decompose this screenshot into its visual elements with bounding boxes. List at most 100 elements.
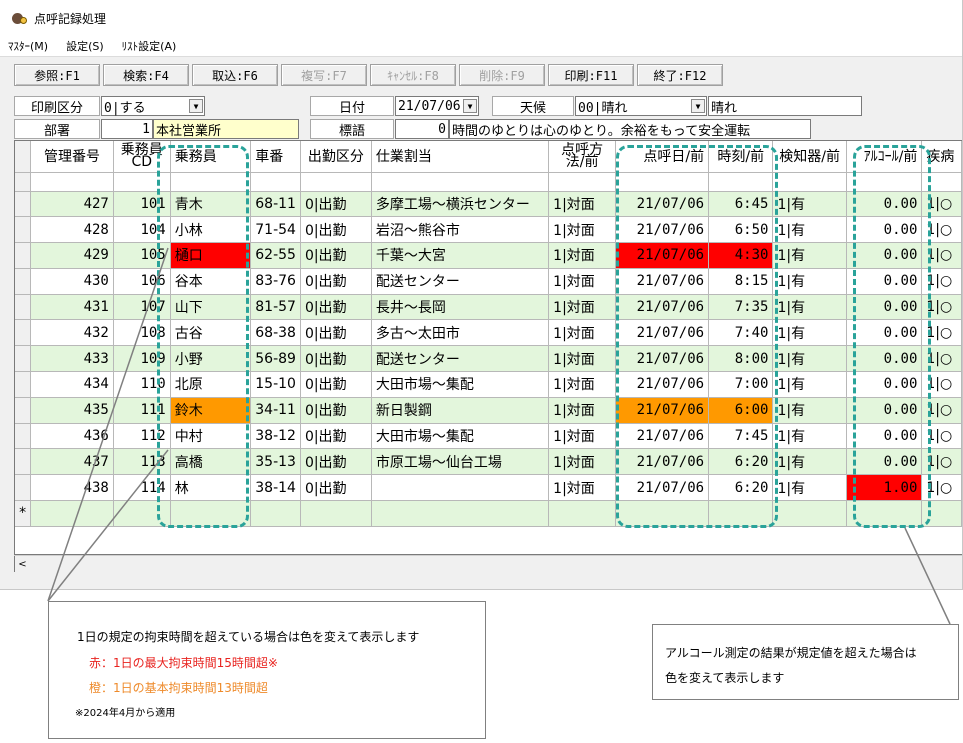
mgmt-number-cell[interactable]: 433 — [30, 345, 114, 373]
time-cell[interactable]: 6:50 — [708, 216, 774, 244]
crew-cd-cell[interactable]: 107 — [113, 294, 171, 321]
method-cell[interactable]: 1|対面 — [548, 371, 617, 398]
method-cell[interactable]: 1|対面 — [548, 294, 617, 321]
crew-cell[interactable]: 谷本 — [170, 268, 252, 295]
time-cell[interactable]: 7:40 — [708, 319, 774, 347]
job-cell[interactable]: 新日製鋼 — [371, 397, 550, 424]
crew-cd-cell[interactable]: 105 — [113, 242, 171, 269]
mgmt-number-cell[interactable]: 431 — [30, 294, 114, 321]
detector-cell[interactable]: 1|有 — [772, 474, 847, 502]
table-row[interactable]: 438 114 林 38-14 0|出勤 1|対面 21/07/06 6:20 1|有 1.00 1… — [15, 474, 962, 502]
col-crew[interactable]: 乗務員 — [170, 141, 252, 173]
table-cell[interactable] — [30, 500, 114, 527]
attendance-cell[interactable]: 0|出勤 — [300, 345, 372, 373]
job-cell[interactable]: 千葉～大宮 — [371, 242, 550, 269]
row-header[interactable] — [15, 319, 32, 347]
print-type-select[interactable]: 0|する ▼ — [101, 96, 205, 116]
date-cell[interactable]: 21/07/06 — [615, 448, 710, 476]
mgmt-number-cell[interactable]: 436 — [30, 423, 114, 450]
col-date[interactable]: 点呼日/前 — [615, 141, 710, 173]
table-cell[interactable] — [615, 500, 710, 527]
job-cell[interactable]: 岩沼～熊谷市 — [371, 216, 550, 244]
filter-cell[interactable] — [371, 172, 550, 192]
mgmt-number-cell[interactable]: 435 — [30, 397, 114, 424]
row-header[interactable] — [15, 294, 32, 321]
table-row[interactable]: 432 108 古谷 68-38 0|出勤 多古～太田市 1|対面 21/07/06 7:40 1… — [15, 319, 962, 347]
crew-cd-cell[interactable]: 101 — [113, 191, 171, 218]
attendance-cell[interactable]: 0|出勤 — [300, 371, 372, 398]
detector-cell[interactable]: 1|有 — [772, 397, 847, 424]
dept-code-field[interactable]: 1 — [101, 119, 153, 139]
filter-cell[interactable] — [113, 172, 171, 192]
attendance-cell[interactable]: 0|出勤 — [300, 423, 372, 450]
detector-cell[interactable]: 1|有 — [772, 345, 847, 373]
detector-cell[interactable]: 1|有 — [772, 319, 847, 347]
time-cell[interactable]: 7:35 — [708, 294, 774, 321]
attendance-cell[interactable]: 0|出勤 — [300, 448, 372, 476]
illness-cell[interactable]: 1|○ — [921, 319, 962, 347]
row-header[interactable] — [15, 345, 32, 373]
crew-cd-cell[interactable]: 112 — [113, 423, 171, 450]
crew-cell[interactable]: 鈴木 — [170, 397, 252, 424]
attendance-cell[interactable]: 0|出勤 — [300, 474, 372, 502]
attendance-cell[interactable]: 0|出勤 — [300, 319, 372, 347]
table-cell[interactable] — [250, 500, 301, 527]
date-cell[interactable]: 21/07/06 — [615, 397, 710, 424]
chevron-down-icon[interactable]: ▼ — [691, 99, 705, 113]
alcohol-cell[interactable]: 0.00 — [846, 242, 923, 269]
date-cell[interactable]: 21/07/06 — [615, 268, 710, 295]
mgmt-number-cell[interactable]: 438 — [30, 474, 114, 502]
detector-cell[interactable]: 1|有 — [772, 242, 847, 269]
attendance-cell[interactable]: 0|出勤 — [300, 397, 372, 424]
alcohol-cell[interactable]: 0.00 — [846, 268, 923, 295]
job-cell[interactable] — [371, 474, 550, 502]
detector-cell[interactable]: 1|有 — [772, 216, 847, 244]
weather-text-field[interactable]: 晴れ — [708, 96, 862, 116]
detector-cell[interactable]: 1|有 — [772, 448, 847, 476]
mgmt-number-cell[interactable]: 437 — [30, 448, 114, 476]
illness-cell[interactable]: 1|○ — [921, 242, 962, 269]
weather-select[interactable]: 00|晴れ ▼ — [575, 96, 707, 116]
col-mgmt-number[interactable]: 管理番号 — [30, 141, 114, 173]
col-time[interactable]: 時刻/前 — [708, 141, 774, 173]
crew-cd-cell[interactable]: 106 — [113, 268, 171, 295]
alcohol-cell[interactable]: 0.00 — [846, 294, 923, 321]
copy-button[interactable]: 複写:F7 — [281, 64, 367, 86]
table-row[interactable]: 435 111 鈴木 34-11 0|出勤 新日製鋼 1|対面 21/07/06 6:00 1|有… — [15, 397, 962, 424]
filter-cell[interactable] — [615, 172, 710, 192]
alcohol-cell[interactable]: 0.00 — [846, 216, 923, 244]
row-header[interactable] — [15, 268, 32, 295]
table-row[interactable]: 430 106 谷本 83-76 0|出勤 配送センター 1|対面 21/07/06 8:15 1… — [15, 268, 962, 295]
chevron-down-icon[interactable]: ▼ — [463, 99, 477, 113]
alcohol-cell[interactable]: 0.00 — [846, 371, 923, 398]
table-cell[interactable] — [846, 500, 923, 527]
menu-settings[interactable]: 設定(S) — [66, 38, 104, 54]
table-row[interactable]: 427 101 青木 68-11 0|出勤 多摩工場～横浜センター 1|対面 21/07/06… — [15, 191, 962, 218]
table-row[interactable]: 434 110 北原 15-10 0|出勤 大田市場～集配 1|対面 21/07/06 7:00… — [15, 371, 962, 398]
row-header[interactable] — [15, 216, 32, 244]
filter-cell[interactable] — [250, 172, 301, 192]
horizontal-scrollbar[interactable]: < — [14, 555, 962, 572]
col-job[interactable]: 仕業割当 — [371, 141, 550, 173]
row-header[interactable] — [15, 423, 32, 450]
crew-cell[interactable]: 樋口 — [170, 242, 252, 269]
filter-cell[interactable] — [708, 172, 774, 192]
crew-cell[interactable]: 北原 — [170, 371, 252, 398]
date-cell[interactable]: 21/07/06 — [615, 371, 710, 398]
time-cell[interactable]: 6:45 — [708, 191, 774, 218]
method-cell[interactable]: 1|対面 — [548, 397, 617, 424]
print-button[interactable]: 印刷:F11 — [548, 64, 634, 86]
method-cell[interactable]: 1|対面 — [548, 474, 617, 502]
time-cell[interactable]: 8:00 — [708, 345, 774, 373]
col-car[interactable]: 車番 — [250, 141, 301, 173]
car-number-cell[interactable]: 83-76 — [250, 268, 301, 295]
date-cell[interactable]: 21/07/06 — [615, 423, 710, 450]
alcohol-cell[interactable]: 0.00 — [846, 397, 923, 424]
job-cell[interactable]: 多摩工場～横浜センター — [371, 191, 550, 218]
crew-cell[interactable]: 小林 — [170, 216, 252, 244]
time-cell[interactable]: 7:45 — [708, 423, 774, 450]
car-number-cell[interactable]: 62-55 — [250, 242, 301, 269]
table-cell[interactable] — [708, 500, 774, 527]
table-row[interactable]: 431 107 山下 81-57 0|出勤 長井～長岡 1|対面 21/07/06 7:35 1|… — [15, 294, 962, 321]
detector-cell[interactable]: 1|有 — [772, 294, 847, 321]
